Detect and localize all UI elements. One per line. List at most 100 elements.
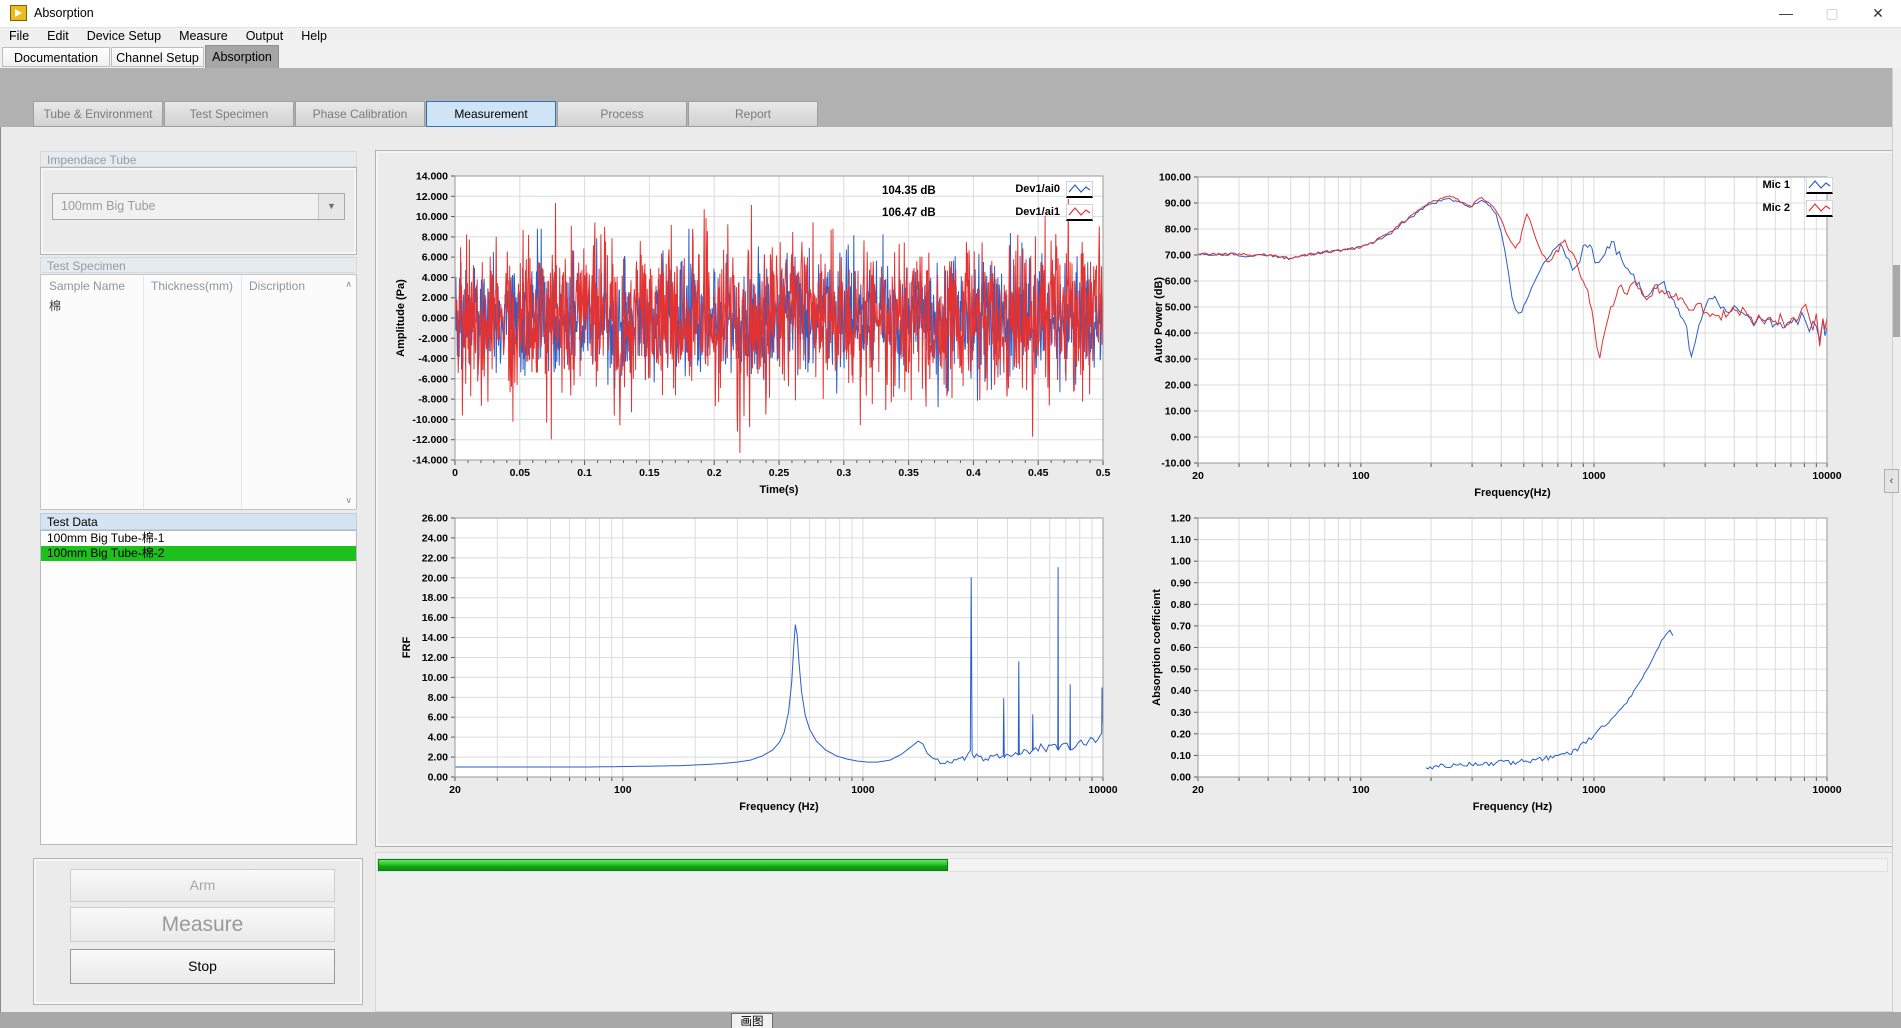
measure-button[interactable]: Measure xyxy=(70,907,335,942)
svg-text:0.00: 0.00 xyxy=(428,772,449,784)
table-scroll-down-icon[interactable]: ∨ xyxy=(345,495,352,506)
bottom-panel xyxy=(375,852,1895,1012)
time-chart: 14.00012.00010.0008.0006.0004.0002.0000.… xyxy=(390,165,1125,510)
progress-fill xyxy=(378,859,948,871)
svg-text:22.00: 22.00 xyxy=(422,552,448,564)
menu-item-output[interactable]: Output xyxy=(237,28,293,45)
svg-text:12.000: 12.000 xyxy=(416,191,448,203)
svg-text:-6.000: -6.000 xyxy=(418,373,448,385)
svg-text:Frequency (Hz): Frequency (Hz) xyxy=(739,801,819,813)
menu-item-file[interactable]: File xyxy=(0,28,38,45)
legend-label-dev1-ai1: Dev1/ai1 xyxy=(1015,206,1060,218)
svg-text:10000: 10000 xyxy=(1812,470,1841,482)
svg-text:0.25: 0.25 xyxy=(769,467,790,479)
svg-text:0.3: 0.3 xyxy=(836,467,851,479)
svg-text:70.00: 70.00 xyxy=(1165,250,1191,262)
svg-text:0.000: 0.000 xyxy=(422,313,448,325)
test-data-item[interactable]: 100mm Big Tube-棉-2 xyxy=(41,546,356,561)
autopower-chart: 100.0090.0080.0070.0060.0050.0040.0030.0… xyxy=(1130,165,1901,515)
subtab-test-specimen[interactable]: Test Specimen xyxy=(164,101,294,127)
svg-text:0.35: 0.35 xyxy=(898,467,919,479)
svg-text:20: 20 xyxy=(1192,784,1204,796)
svg-text:0.00: 0.00 xyxy=(1171,772,1192,784)
tab-channel-setup[interactable]: Channel Setup xyxy=(111,47,204,67)
subtab-report[interactable]: Report xyxy=(688,101,818,127)
scrollbar-thumb[interactable] xyxy=(1893,265,1900,337)
legend-line-icon xyxy=(1806,177,1833,194)
svg-text:0.45: 0.45 xyxy=(1028,467,1049,479)
svg-text:80.00: 80.00 xyxy=(1165,224,1191,236)
subtab-tube-environment[interactable]: Tube & Environment xyxy=(33,101,163,127)
svg-text:-12.000: -12.000 xyxy=(412,434,448,446)
svg-text:14.000: 14.000 xyxy=(416,171,448,183)
svg-text:8.00: 8.00 xyxy=(428,692,449,704)
menu-item-device-setup[interactable]: Device Setup xyxy=(78,28,170,45)
svg-text:10.00: 10.00 xyxy=(1165,406,1191,418)
title-bar: Absorption — ▢ ✕ xyxy=(0,0,1901,28)
svg-text:60.00: 60.00 xyxy=(1165,276,1191,288)
svg-text:0.10: 0.10 xyxy=(1171,750,1192,762)
column-discription: Discription xyxy=(249,279,305,293)
tab-documentation[interactable]: Documentation xyxy=(2,47,110,67)
svg-text:20.00: 20.00 xyxy=(422,572,448,584)
absorption-chart: 1.201.101.000.900.800.700.600.500.400.30… xyxy=(1130,508,1901,838)
svg-text:0: 0 xyxy=(452,467,458,479)
background-paint-tab[interactable]: 画图 xyxy=(731,1013,773,1028)
test-data-item[interactable]: 100mm Big Tube-棉-1 xyxy=(41,531,356,546)
menu-bar: FileEditDevice SetupMeasureOutputHelp xyxy=(0,28,1901,45)
svg-text:18.00: 18.00 xyxy=(422,592,448,604)
menu-item-edit[interactable]: Edit xyxy=(38,28,78,45)
svg-text:-4.000: -4.000 xyxy=(418,353,448,365)
close-button[interactable]: ✕ xyxy=(1855,0,1901,27)
maximize-button[interactable]: ▢ xyxy=(1809,0,1855,27)
svg-text:FRF: FRF xyxy=(401,637,413,659)
svg-text:0.1: 0.1 xyxy=(577,467,592,479)
svg-text:16.00: 16.00 xyxy=(422,612,448,624)
svg-text:Amplitude (Pa): Amplitude (Pa) xyxy=(395,279,407,357)
background-window-strip xyxy=(0,1012,1901,1028)
svg-text:100: 100 xyxy=(614,784,632,796)
svg-text:4.00: 4.00 xyxy=(428,732,449,744)
tube-select-dropdown[interactable]: 100mm Big Tube ▼ xyxy=(52,193,345,220)
svg-text:-10.00: -10.00 xyxy=(1161,458,1191,470)
dropdown-arrow-icon[interactable]: ▼ xyxy=(318,194,344,219)
minimize-button[interactable]: — xyxy=(1763,0,1809,27)
svg-text:100: 100 xyxy=(1352,470,1370,482)
subtab-phase-calibration[interactable]: Phase Calibration xyxy=(295,101,425,127)
test-specimen-table[interactable]: Sample Name Thickness(mm) Discription ∧ … xyxy=(40,274,357,510)
stop-button[interactable]: Stop xyxy=(70,949,335,984)
app-window: Absorption — ▢ ✕ FileEditDevice SetupMea… xyxy=(0,0,1901,1028)
level-readout: 106.47 dB xyxy=(882,207,936,219)
table-scroll-up-icon[interactable]: ∧ xyxy=(345,279,352,290)
menu-item-measure[interactable]: Measure xyxy=(170,28,237,45)
svg-text:10.00: 10.00 xyxy=(422,672,448,684)
table-row-sample[interactable]: 棉 xyxy=(49,297,61,314)
svg-text:6.000: 6.000 xyxy=(422,252,448,264)
svg-text:50.00: 50.00 xyxy=(1165,302,1191,314)
svg-text:14.00: 14.00 xyxy=(422,632,448,644)
menu-item-help[interactable]: Help xyxy=(292,28,336,45)
svg-text:26.00: 26.00 xyxy=(422,513,448,525)
svg-text:Absorption coefficient: Absorption coefficient xyxy=(1151,589,1163,706)
svg-text:Frequency(Hz): Frequency(Hz) xyxy=(1474,487,1551,499)
subtab-measurement[interactable]: Measurement xyxy=(426,101,556,127)
frf-chart: 26.0024.0022.0020.0018.0016.0014.0012.00… xyxy=(390,508,1125,838)
svg-text:0.40: 0.40 xyxy=(1171,685,1192,697)
svg-text:20: 20 xyxy=(1192,470,1204,482)
svg-text:10.000: 10.000 xyxy=(416,211,448,223)
test-data-list: 100mm Big Tube-棉-1100mm Big Tube-棉-2 xyxy=(40,530,357,845)
svg-text:Auto Power (dB): Auto Power (dB) xyxy=(1153,277,1165,363)
test-data-header: Test Data xyxy=(40,513,357,530)
tube-select-value: 100mm Big Tube xyxy=(61,194,156,219)
legend-line-icon xyxy=(1066,204,1093,221)
svg-text:10000: 10000 xyxy=(1088,784,1117,796)
svg-text:1.20: 1.20 xyxy=(1171,513,1192,525)
panel-collapse-handle[interactable]: ‹ xyxy=(1884,469,1899,493)
right-scrollbar[interactable] xyxy=(1892,68,1901,1012)
svg-text:0.50: 0.50 xyxy=(1171,664,1192,676)
subtab-process[interactable]: Process xyxy=(557,101,687,127)
svg-text:-14.000: -14.000 xyxy=(412,455,448,467)
arm-button[interactable]: Arm xyxy=(70,869,335,902)
svg-text:2.00: 2.00 xyxy=(428,752,449,764)
tab-absorption[interactable]: Absorption xyxy=(205,45,279,68)
